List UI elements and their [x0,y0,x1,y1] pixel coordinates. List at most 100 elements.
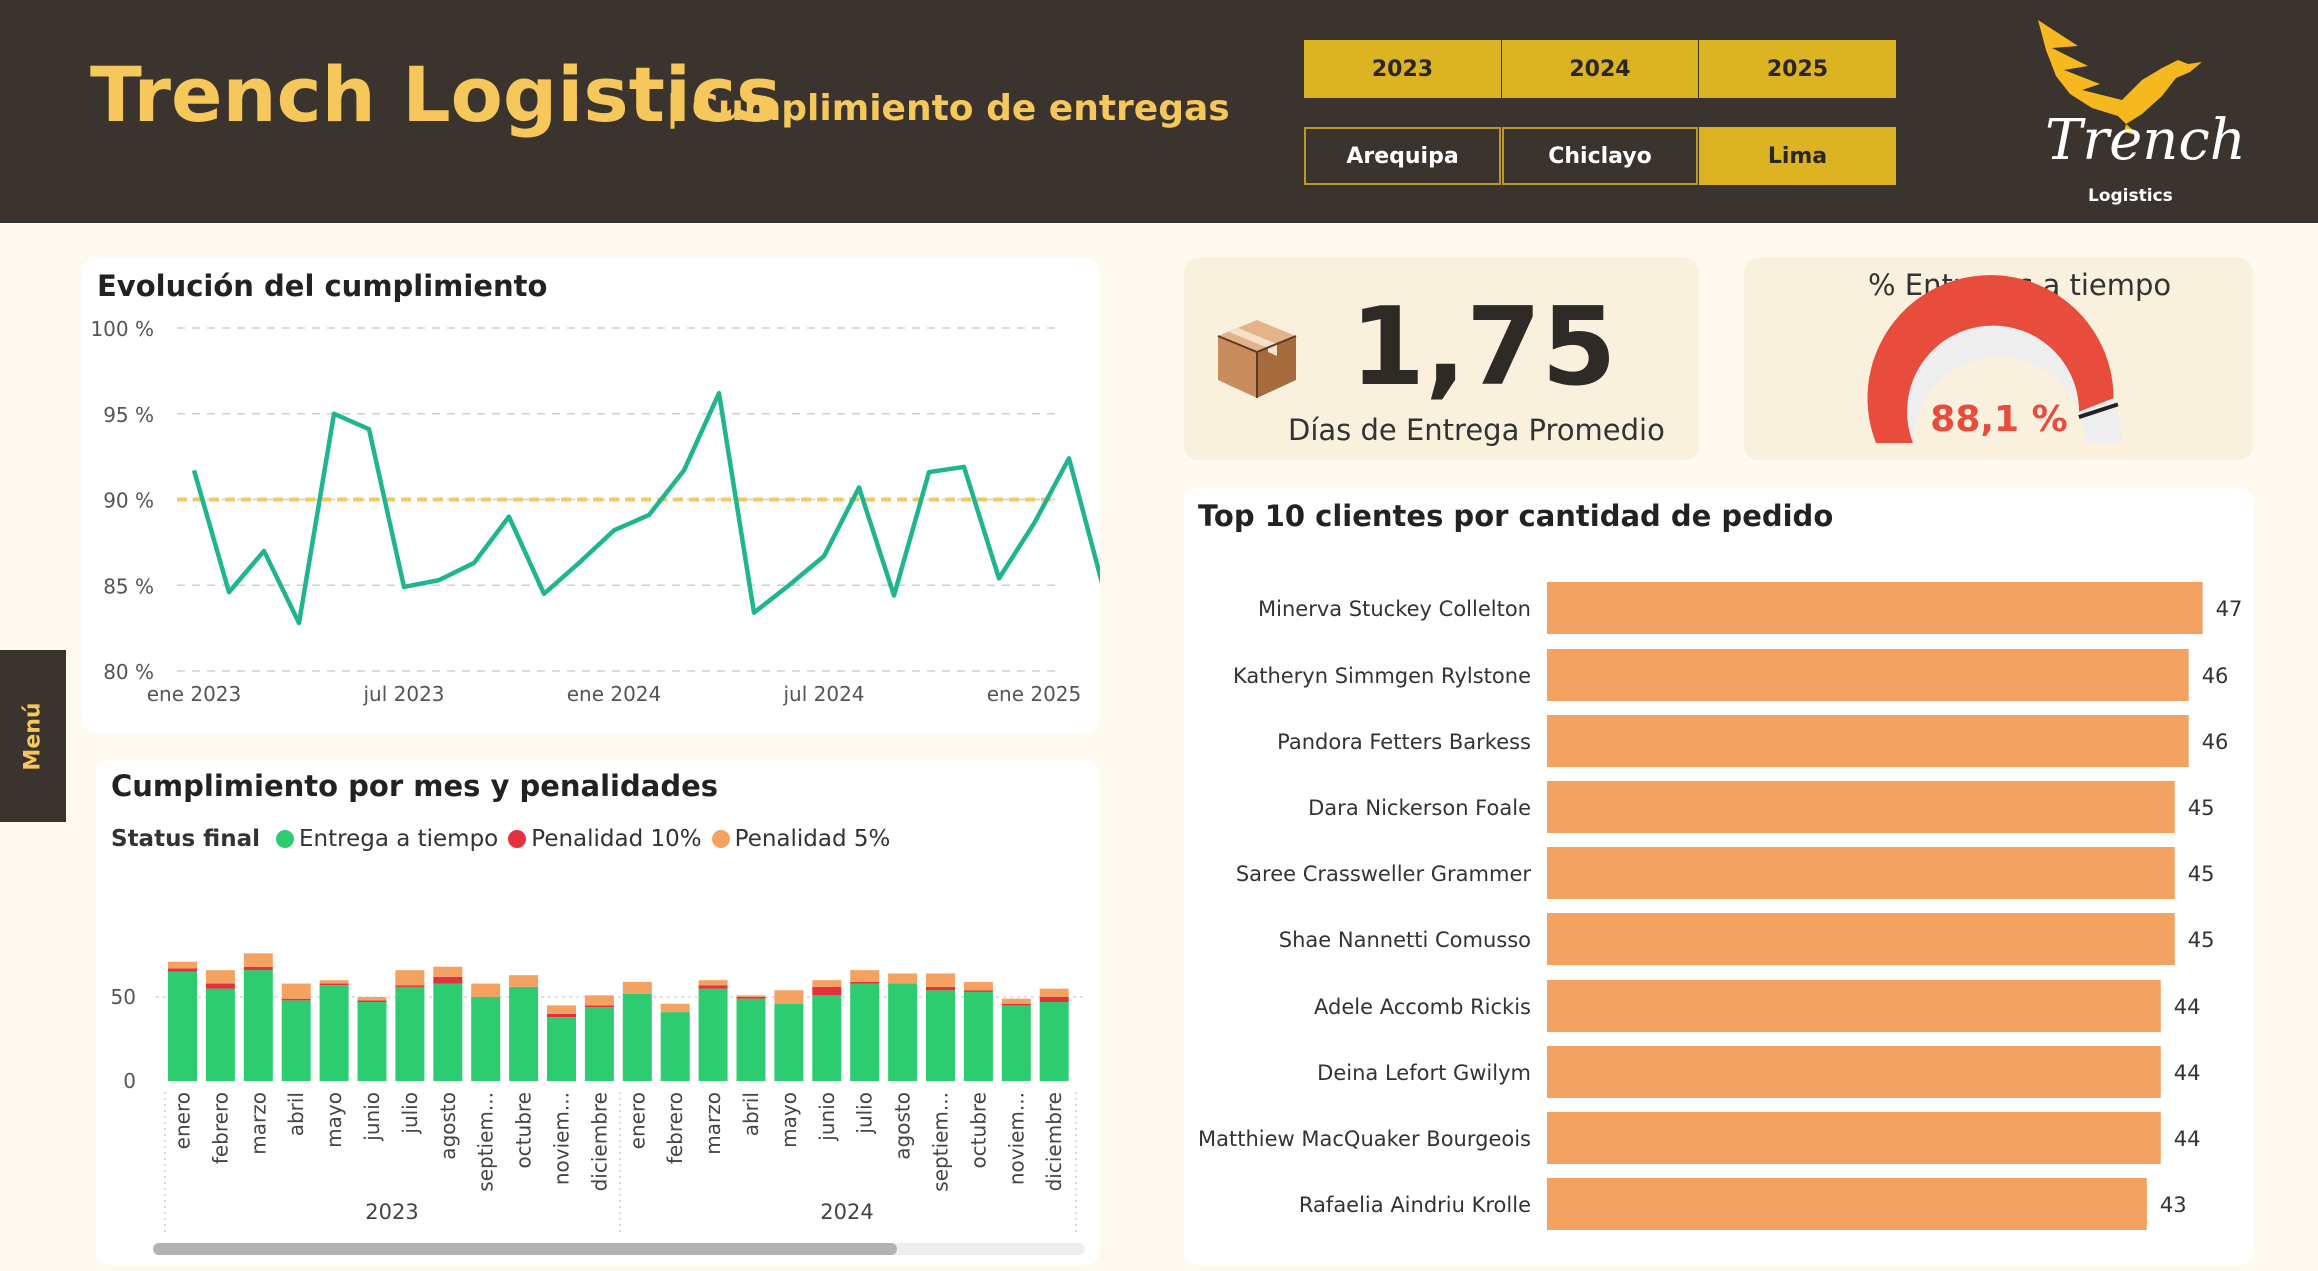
line-chart-ytick: 100 % [90,317,154,341]
top10-value-label: 47 [2216,597,2243,621]
year-slicer-2025[interactable]: 2025 [1699,40,1896,98]
stacked-bar-segment [584,1007,614,1081]
top10-client-name: Shae Nannetti Comusso [1279,928,1531,952]
stacked-bar-segment [736,998,766,1081]
stacked-bar-segment [774,990,804,1004]
top10-bar [1547,1046,2161,1098]
line-chart-xtick: ene 2025 [987,682,1082,706]
stacked-bar-segment [281,998,311,1001]
stacked-chart-xtick: agosto [891,1092,915,1160]
year-slicer-2023[interactable]: 2023 [1304,40,1501,98]
stacked-bar-segment [395,986,425,1081]
legend-item-penalty5[interactable]: Penalidad 5% [711,826,891,852]
stacked-bar-segment [243,966,273,971]
stacked-chart-xtick: octubre [966,1092,990,1169]
stacked-bar-segment [471,997,501,1081]
menu-button[interactable]: Menú [0,650,66,822]
city-slicer-arequipa[interactable]: Arequipa [1304,127,1501,185]
stacked-chart-xtick: julio [853,1092,877,1135]
stacked-chart-xtick: enero [625,1092,649,1149]
top10-client-name: Deina Lefort Gwilym [1317,1061,1531,1085]
stacked-chart-xtick: octubre [512,1092,536,1169]
top10-bar [1547,1178,2147,1230]
top10-client-name: Adele Accomb Rickis [1314,995,1531,1019]
package-box-icon [1217,320,1297,398]
top10-client-name: Saree Crassweller Grammer [1236,862,1532,886]
stacked-bar-segment [660,1012,690,1081]
top10-value-label: 45 [2188,928,2215,952]
stacked-bar-segment [963,981,993,991]
page-subtitle: | Cumplimiento de entregas [666,88,1230,129]
stacked-chart-xtick: junio [360,1092,384,1142]
kpi-value: 1,75 [1350,285,1617,410]
line-chart-xtick: jul 2023 [362,682,444,706]
stacked-bar-segment [622,993,652,1081]
stacked-chart-xtick: noviem... [1004,1092,1028,1185]
stacked-bar-segment [963,991,993,1081]
stacked-chart-xtick: diciembre [587,1092,611,1191]
stacked-bar-segment [698,985,728,989]
top10-value-label: 43 [2160,1193,2187,1217]
stacked-chart-year-label: 2023 [365,1200,418,1224]
top10-value-label: 45 [2188,796,2215,820]
legend-label-penalty10: Penalidad 10% [531,826,702,852]
top10-value-label: 46 [2202,664,2229,688]
city-slicer-lima[interactable]: Lima [1699,127,1896,185]
stacked-bar-segment [395,985,425,987]
stacked-bar-segment [926,973,955,987]
stacked-bar-segment [471,983,501,997]
stacked-bar-segment [281,1000,311,1081]
top10-client-name: Pandora Fetters Barkess [1277,730,1531,754]
top10-bar [1547,649,2189,701]
line-chart-ytick: 80 % [103,660,154,684]
stacked-chart-xtick: febrero [208,1092,232,1164]
stacked-bar-segment [547,1017,576,1081]
stacked-bar-segment [584,995,614,1006]
logo-wordmark: Trench [2045,108,2246,173]
stacked-chart-year-label: 2024 [820,1200,873,1224]
top10-bar [1547,913,2175,965]
stacked-bar-segment [736,997,766,999]
stacked-bar-segment [168,961,197,969]
stacked-chart-legend: Status final Entrega a tiempo Penalidad … [111,826,900,852]
stacked-bar-segment [698,980,728,986]
top10-bar [1547,847,2175,899]
stacked-bar-segment [888,973,918,984]
top10-bar [1547,980,2161,1032]
stacked-chart-xtick: noviem... [550,1092,574,1185]
line-chart-ytick: 85 % [103,574,154,598]
top10-client-name: Rafaelia Aindriu Krolle [1299,1193,1531,1217]
city-slicer-chiclayo[interactable]: Chiclayo [1502,127,1698,185]
stacked-bar-segment [812,980,842,987]
stacked-bar-segment [509,986,539,1081]
legend-item-on-time[interactable]: Entrega a tiempo [275,826,499,852]
stacked-bar-chart: 500enero febrero marzo abril mayo junio julio a… [111,953,1086,1232]
legend-label-penalty5: Penalidad 5% [734,826,891,852]
top10-bar [1547,781,2175,833]
stacked-bar-segment [850,983,880,1081]
top10-client-name: Katheryn Simmgen Rylstone [1233,664,1531,688]
stacked-chart-xtick: febrero [663,1092,687,1164]
stacked-bar-segment [319,985,349,1081]
stacked-bar-segment [433,966,463,977]
legend-title: Status final [111,826,260,852]
stacked-bar-segment [395,970,425,986]
gauge-value-label: 88,1 % [1930,399,2067,440]
stacked-bar-segment [1001,1003,1031,1006]
logo-subtitle: Logistics [2088,186,2173,206]
stacked-bar-segment [433,983,463,1081]
year-slicer-2024[interactable]: 2024 [1502,40,1698,98]
stacked-bar-segment [433,976,463,984]
stacked-bar-segment [1039,988,1069,997]
stacked-bar-segment [319,980,349,984]
legend-dot-penalty5 [711,830,730,848]
stacked-bar-segment [698,988,728,1081]
legend-item-penalty10[interactable]: Penalidad 10% [508,826,702,852]
chart-scrollbar-thumb[interactable] [153,1243,897,1255]
stacked-bar-segment [547,1005,576,1014]
menu-label: Menú [20,701,46,771]
line-chart-xtick: ene 2024 [567,682,662,706]
top10-value-label: 44 [2174,1127,2201,1151]
legend-label-on-time: Entrega a tiempo [298,826,499,852]
stacked-bar-segment [357,1000,387,1003]
